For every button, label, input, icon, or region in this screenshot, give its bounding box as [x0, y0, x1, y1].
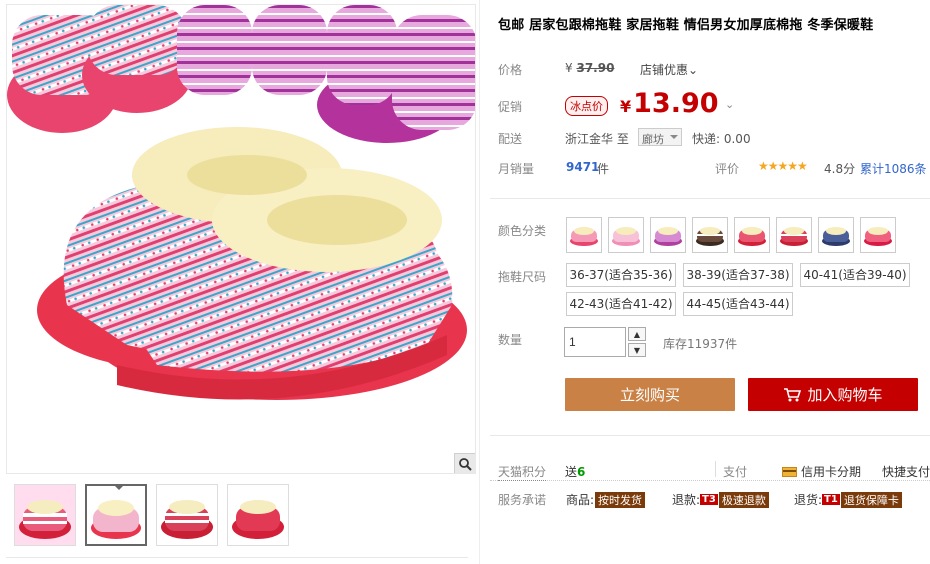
points-value: 送6 — [565, 463, 585, 480]
service-return[interactable]: 退货: T1 退货保障卡 — [794, 491, 902, 508]
caret-down-icon — [670, 135, 678, 143]
zoom-icon[interactable] — [454, 453, 475, 473]
credit-card-icon — [782, 466, 797, 477]
monthly-sales-count: 9471 — [566, 160, 600, 174]
thumbnail-3[interactable] — [156, 484, 218, 546]
points-number: 6 — [577, 465, 586, 479]
dotted-divider — [490, 480, 930, 481]
section-divider — [490, 435, 930, 436]
color-swatches — [566, 217, 896, 253]
size-option[interactable]: 44-45(适合43-44) — [683, 292, 793, 316]
pay-separator — [715, 461, 716, 477]
column-divider — [479, 0, 480, 564]
main-product-image[interactable] — [6, 4, 476, 474]
t1-badge: T1 — [822, 494, 840, 505]
quantity-label: 数量 — [498, 333, 523, 347]
gallery-divider — [6, 557, 468, 558]
thumbnail-4[interactable] — [227, 484, 289, 546]
service-refund-label: 退款: — [672, 493, 701, 507]
color-swatch[interactable] — [776, 217, 812, 253]
color-swatch[interactable] — [692, 217, 728, 253]
shop-promo-label: 店铺优惠 — [640, 63, 689, 77]
color-swatch[interactable] — [734, 217, 770, 253]
review-score: 4.8分 — [824, 162, 856, 176]
size-option[interactable]: 42-43(适合41-42) — [566, 292, 676, 316]
cart-icon — [784, 387, 802, 401]
service-refund[interactable]: 退款: T3 极速退款 — [672, 491, 769, 508]
service-label: 服务承诺 — [498, 493, 547, 507]
shipping-fee: 快递: 0.00 — [692, 132, 751, 146]
quick-pay[interactable]: 快捷支付 — [882, 463, 930, 480]
add-to-cart-button[interactable]: 加入购物车 — [748, 378, 918, 411]
shipping-to-word: 至 — [616, 132, 629, 146]
service-return-label: 退货: — [794, 493, 823, 507]
currency-symbol: ¥ — [565, 61, 573, 75]
original-price: ¥ 37.90 — [565, 61, 614, 75]
quantity-input[interactable] — [564, 327, 626, 357]
add-to-cart-label: 加入购物车 — [807, 386, 883, 404]
review-count-link[interactable]: 累计1086条 — [860, 160, 927, 177]
service-goods-badge: 按时发货 — [595, 491, 646, 508]
service-refund-badge: 极速退款 — [718, 491, 769, 508]
shipping-label: 配送 — [498, 132, 523, 146]
slipper-photo — [7, 5, 475, 400]
color-label: 颜色分类 — [498, 224, 547, 238]
shipping-origin: 浙江金华 — [565, 132, 614, 146]
color-swatch[interactable] — [650, 217, 686, 253]
thumbnail-1[interactable] — [14, 484, 76, 546]
t3-badge: T3 — [700, 494, 718, 505]
color-swatch[interactable] — [608, 217, 644, 253]
credit-installment[interactable]: 信用卡分期 — [782, 463, 861, 480]
chevron-down-icon: ⌄ — [688, 63, 699, 77]
size-option[interactable]: 40-41(适合39-40) — [800, 263, 910, 287]
buy-now-button[interactable]: 立刻购买 — [565, 378, 735, 411]
size-option[interactable]: 36-37(适合35-36) — [566, 263, 676, 287]
service-return-badge: 退货保障卡 — [840, 491, 902, 508]
destination-value: 廊坊 — [642, 133, 664, 146]
review-label: 评价 — [715, 162, 740, 176]
points-label[interactable]: 天猫积分 — [498, 463, 547, 481]
shop-promo-link[interactable]: 店铺优惠⌄ — [640, 61, 698, 78]
promo-price-value: 13.90 — [633, 88, 719, 119]
color-swatch[interactable] — [860, 217, 896, 253]
section-divider — [490, 198, 930, 199]
destination-select[interactable]: 廊坊 — [638, 128, 682, 146]
size-option[interactable]: 38-39(适合37-38) — [683, 263, 793, 287]
thumbnail-strip — [14, 484, 289, 546]
shipping-from: 浙江金华 至 — [565, 130, 629, 147]
color-swatch[interactable] — [566, 217, 602, 253]
increment-icon[interactable]: ▲ — [628, 327, 646, 341]
promo-tag: 冰点价 — [565, 96, 608, 116]
service-goods-label: 商品: — [566, 493, 595, 507]
chevron-down-icon[interactable]: ⌄ — [725, 98, 734, 111]
promo-label: 促销 — [498, 100, 523, 114]
product-title: 包邮 居家包跟棉拖鞋 家居拖鞋 情侣男女加厚底棉拖 冬季保暖鞋 — [498, 18, 874, 33]
service-goods[interactable]: 商品: 按时发货 — [566, 491, 646, 508]
price-label: 价格 — [498, 63, 523, 77]
credit-installment-label: 信用卡分期 — [801, 465, 862, 479]
promo-price: ¥13.90 — [620, 88, 719, 119]
original-price-value: 37.90 — [576, 61, 615, 75]
color-swatch[interactable] — [818, 217, 854, 253]
pay-label: 支付 — [723, 465, 748, 479]
sales-unit: 件 — [597, 162, 610, 176]
points-prefix: 送 — [565, 465, 578, 479]
sales-label: 月销量 — [498, 162, 535, 176]
promo-currency: ¥ — [620, 97, 632, 116]
star-rating-icon: ★★★★★ — [758, 159, 808, 173]
stock-count: 库存11937件 — [663, 337, 738, 351]
size-label: 拖鞋尺码 — [498, 270, 547, 284]
decrement-icon[interactable]: ▼ — [628, 343, 646, 357]
thumbnail-2[interactable] — [85, 484, 147, 546]
